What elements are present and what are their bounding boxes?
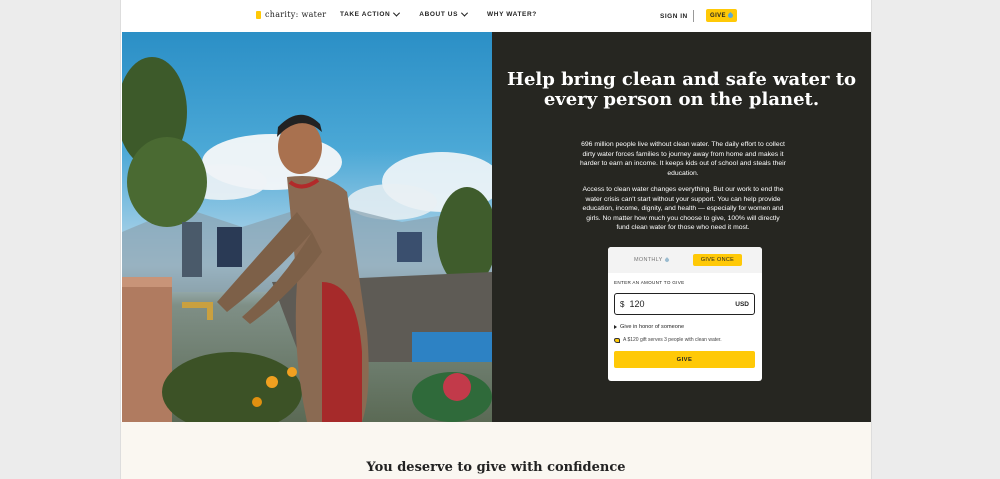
impact-text: A $120 gift serves 3 people with clean w… <box>623 337 722 343</box>
tab-monthly-label: MONTHLY <box>634 257 663 263</box>
water-drop-icon <box>726 11 735 20</box>
site-header: charity: water TAKE ACTION ABOUT US WHY … <box>121 0 871 32</box>
give-label: GIVE <box>710 12 726 19</box>
tab-monthly[interactable]: MONTHLY <box>634 257 670 263</box>
currency-symbol: $ <box>620 299 625 309</box>
chevron-down-icon <box>461 9 469 17</box>
impact-note: A $120 gift serves 3 people with clean w… <box>614 337 722 343</box>
nav-label: TAKE ACTION <box>340 11 391 18</box>
nav-label: WHY WATER? <box>487 11 537 18</box>
hero-panel: Help bring clean and safe water to every… <box>492 32 871 422</box>
honor-label: Give in honor of someone <box>620 324 685 330</box>
amount-label: ENTER AN AMOUNT TO GIVE <box>614 280 685 285</box>
logo[interactable]: charity: water <box>256 10 326 19</box>
chevron-down-icon <box>393 9 401 17</box>
hero-photo-illustration <box>122 57 492 422</box>
nav-label: ABOUT US <box>419 11 459 18</box>
jerry-can-icon <box>256 10 261 19</box>
hero-photo <box>122 32 492 422</box>
nav-take-action[interactable]: TAKE ACTION <box>340 9 401 18</box>
frequency-tabs: MONTHLY GIVE ONCE <box>608 247 762 273</box>
section-heading: You deserve to give with confidence <box>366 460 626 475</box>
jerry-can-icon <box>614 337 620 343</box>
amount-value[interactable]: 120 <box>629 299 735 309</box>
donation-form: MONTHLY GIVE ONCE ENTER AN AMOUNT TO GIV… <box>608 247 762 381</box>
header-give-button[interactable]: GIVE <box>706 9 737 22</box>
currency-code: USD <box>735 300 749 308</box>
hero-headline: Help bring clean and safe water to every… <box>506 69 857 110</box>
confidence-section: You deserve to give with confidence <box>121 422 871 479</box>
main-nav: TAKE ACTION ABOUT US WHY WATER? <box>340 9 537 18</box>
tab-give-once[interactable]: GIVE ONCE <box>693 254 742 266</box>
water-drop-icon <box>663 257 670 263</box>
sign-in-link[interactable]: SIGN IN <box>660 13 688 20</box>
hero-paragraph-2: Access to clean water changes everything… <box>582 186 784 231</box>
nav-about-us[interactable]: ABOUT US <box>419 9 469 18</box>
amount-input[interactable]: $ 120 USD <box>614 293 755 315</box>
header-divider <box>693 10 694 22</box>
page: charity: water TAKE ACTION ABOUT US WHY … <box>121 0 871 479</box>
logo-text: charity: water <box>265 10 327 19</box>
give-submit-button[interactable]: GIVE <box>614 351 755 368</box>
nav-why-water[interactable]: WHY WATER? <box>487 11 537 18</box>
give-in-honor-toggle[interactable]: Give in honor of someone <box>614 324 684 330</box>
hero-paragraph-1: 696 million people live without clean wa… <box>580 141 786 177</box>
caret-right-icon <box>614 325 617 329</box>
